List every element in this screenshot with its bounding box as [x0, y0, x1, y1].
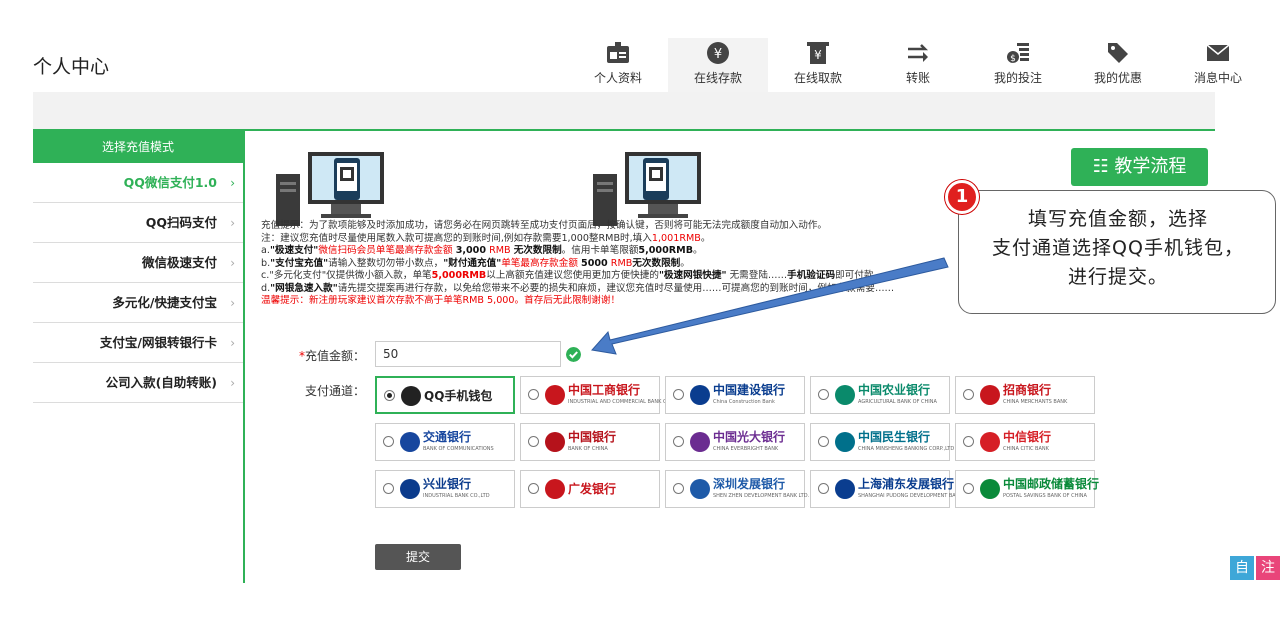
callout-line: 支付通道选择QQ手机钱包，	[992, 237, 1244, 259]
corner-button-self[interactable]: 自	[1230, 556, 1254, 580]
callout-line: 填写充值金额，选择	[1027, 208, 1208, 230]
callout-arrow	[591, 257, 949, 355]
step-number-badge: 1	[945, 180, 979, 214]
callout-line: 进行提交。	[1067, 266, 1168, 288]
corner-button-register[interactable]: 注	[1256, 556, 1280, 580]
instruction-callout: 填写充值金额，选择 支付通道选择QQ手机钱包， 进行提交。	[958, 190, 1276, 314]
